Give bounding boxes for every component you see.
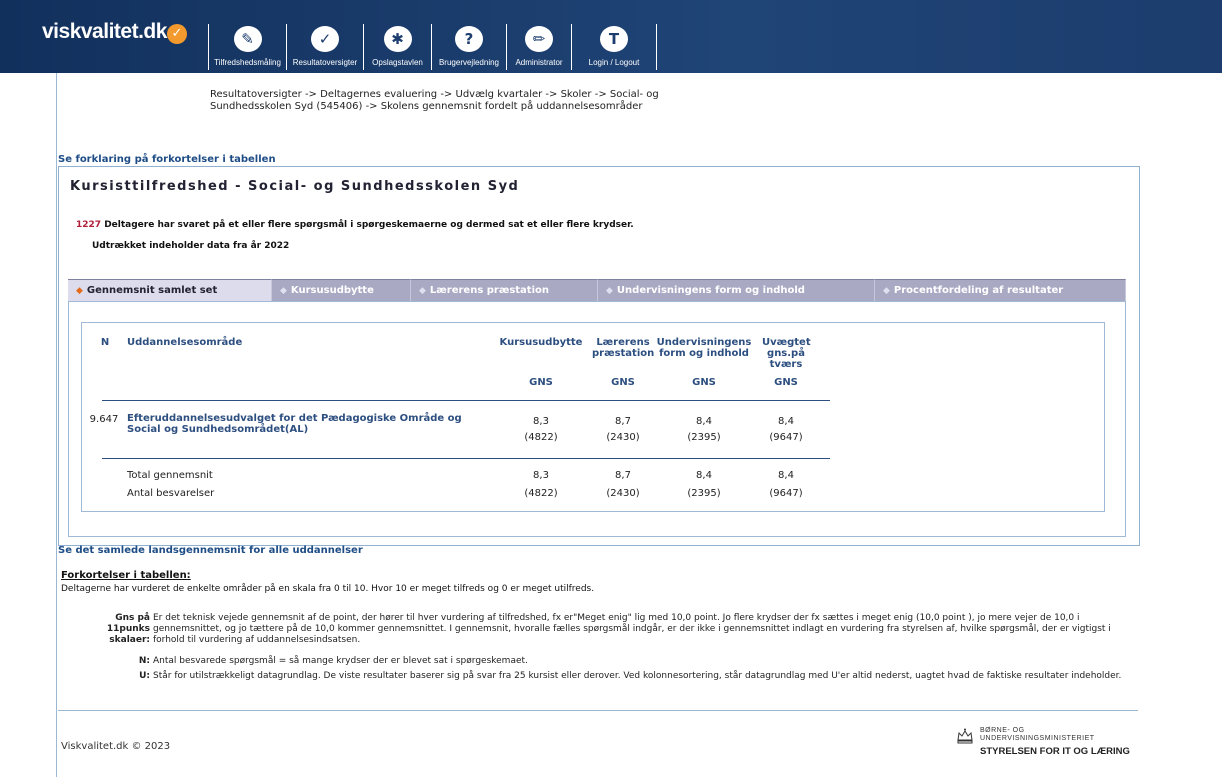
header-divider xyxy=(102,400,830,401)
total-count: (9647) xyxy=(769,488,803,499)
tab-label: Kursusudbytte xyxy=(290,285,374,296)
row-value: 8,7 xyxy=(615,416,631,427)
copyright: Viskvalitet.dk © 2023 xyxy=(61,741,171,752)
explain-abbreviations-link[interactable]: Se forklaring på forkortelser i tabellen xyxy=(58,154,276,165)
nav-opslagstavlen[interactable]: ✱ Opslagstavlen xyxy=(363,24,432,70)
row-count: (4822) xyxy=(524,432,558,443)
tab-panel: N Uddannelsesområde Kursusudbytte Lærere… xyxy=(68,301,1126,537)
ministry-line1: BØRNE- OG xyxy=(980,727,1025,734)
gns-label: GNS xyxy=(529,377,553,388)
row-count: (2430) xyxy=(606,432,640,443)
abbreviations-title: Forkortelser i tabellen: xyxy=(61,570,191,581)
col-header-undervisningens[interactable]: Undervisningens form og indhold xyxy=(656,337,752,359)
nav-login-logout[interactable]: T Login / Logout xyxy=(571,24,657,70)
tab-bar: ◆ Gennemsnit samlet set ◆ Kursusudbytte ◆ L… xyxy=(68,279,1126,302)
tab-diamond-icon: ◆ xyxy=(419,286,426,296)
question-icon: ? xyxy=(455,26,483,52)
nav-resultatoversigter[interactable]: ✓ Resultatoversigter xyxy=(286,24,364,70)
left-divider xyxy=(56,73,57,777)
total-count: (2430) xyxy=(606,488,640,499)
row-count: (2395) xyxy=(687,432,721,443)
col-header-uvaegtet[interactable]: Uvægtet gns.på tværs xyxy=(762,337,811,370)
col-header-laererens[interactable]: Lærerens præstation xyxy=(592,337,654,359)
total-value: 8,4 xyxy=(778,470,794,481)
top-header: viskvalitet.dk ✓ ✎ Tilfredshedsmåling ✓ … xyxy=(0,0,1222,73)
gns-definition: Er det teknisk vejede gennemsnit af de p… xyxy=(153,613,1111,645)
nav-label: Administrator xyxy=(515,58,563,67)
tab-label: Gennemsnit samlet set xyxy=(86,285,218,296)
gns-label: GNS xyxy=(774,377,798,388)
tab-kursusudbytte[interactable]: ◆ Kursusudbytte xyxy=(272,279,411,301)
tab-laererens-praestation[interactable]: ◆ Lærerens præstation xyxy=(411,279,598,301)
tab-procentfordeling[interactable]: ◆ Procentfordeling af resultater xyxy=(875,279,1126,301)
total-value: 8,7 xyxy=(615,470,631,481)
footer-divider xyxy=(58,710,1138,711)
crown-icon xyxy=(957,728,973,744)
total-divider xyxy=(102,458,830,459)
nav-label: Tilfredshedsmåling xyxy=(214,58,281,67)
nav-administrator[interactable]: ✏ Administrator xyxy=(506,24,572,70)
pencil-stripes-icon: ✎ xyxy=(233,26,262,52)
nav-label: Opslagstavlen xyxy=(372,58,423,67)
ministry-line2: UNDERVISNINGSMINISTERIET xyxy=(980,735,1095,742)
gns-label: GNS xyxy=(611,377,635,388)
tab-label: Procentfordeling af resultater xyxy=(893,285,1064,296)
tab-label: Undervisningens form og indhold xyxy=(616,285,805,296)
u-term: U: xyxy=(139,671,150,681)
results-box: Kursisttilfredshed - Social- og Sundheds… xyxy=(58,166,1140,546)
col-header-area[interactable]: Uddannelsesområde xyxy=(127,337,242,348)
nav-tilfredshedsmaaling[interactable]: ✎ Tilfredshedsmåling xyxy=(208,24,287,70)
respondents-text: Deltagere har svaret på et eller flere s… xyxy=(104,220,634,230)
col-header-n[interactable]: N xyxy=(90,337,120,348)
tab-diamond-icon: ◆ xyxy=(280,286,287,296)
total-count: (4822) xyxy=(524,488,558,499)
row-value: 8,4 xyxy=(778,416,794,427)
page-title: Kursisttilfredshed - Social- og Sundheds… xyxy=(70,179,520,194)
gns-label: GNS xyxy=(692,377,716,388)
tab-diamond-icon: ◆ xyxy=(76,286,83,296)
checkmark-icon: ✓ xyxy=(311,26,339,52)
tab-gennemsnit[interactable]: ◆ Gennemsnit samlet set xyxy=(68,279,272,301)
u-definition: Står for utilstrækkeligt datagrundlag. D… xyxy=(153,671,1122,681)
nav-label: Brugervejledning xyxy=(438,58,500,67)
breadcrumb: Resultatoversigter -> Deltagernes evalue… xyxy=(210,89,659,112)
tab-diamond-icon: ◆ xyxy=(883,286,890,296)
user-t-icon: T xyxy=(600,26,628,52)
tab-undervisningens-form[interactable]: ◆ Undervisningens form og indhold xyxy=(598,279,875,301)
nav-label: Login / Logout xyxy=(588,58,640,67)
pin-icon: ✱ xyxy=(383,26,412,52)
site-logo[interactable]: viskvalitet.dk xyxy=(42,20,167,44)
pencil-icon: ✏ xyxy=(525,26,553,52)
row-area-link[interactable]: Efteruddannelsesudvalget for det Pædagog… xyxy=(127,413,487,435)
row-value: 8,4 xyxy=(696,416,712,427)
ministry-logo: BØRNE- OG UNDERVISNINGSMINISTERIET STYRE… xyxy=(980,727,1130,757)
data-year: Udtrækket indeholder data fra år 2022 xyxy=(92,241,290,251)
total-value: 8,4 xyxy=(696,470,712,481)
respondents-info: 1227 Deltagere har svaret på et eller fl… xyxy=(76,220,634,230)
count-label: Antal besvarelser xyxy=(127,488,215,499)
tab-label: Lærerens præstation xyxy=(429,285,549,296)
total-count: (2395) xyxy=(687,488,721,499)
nav-brugervejledning[interactable]: ? Brugervejledning xyxy=(431,24,507,70)
row-n: 9.647 xyxy=(89,414,119,425)
logo-check-icon: ✓ xyxy=(167,24,187,44)
tab-diamond-icon: ◆ xyxy=(606,286,613,296)
results-table: N Uddannelsesområde Kursusudbytte Lærere… xyxy=(81,322,1105,512)
total-value: 8,3 xyxy=(533,470,549,481)
row-count: (9647) xyxy=(769,432,803,443)
total-label: Total gennemsnit xyxy=(127,470,213,481)
abbreviations-intro: Deltagerne har vurderet de enkelte områd… xyxy=(61,584,595,594)
national-average-link[interactable]: Se det samlede landsgennemsnit for alle … xyxy=(58,545,363,556)
n-term: N: xyxy=(138,656,150,666)
row-value: 8,3 xyxy=(533,416,549,427)
gns-term: Gns på 11punks skalaer: xyxy=(106,613,150,645)
n-definition: Antal besvarede spørgsmål = så mange kry… xyxy=(153,656,528,666)
respondents-count: 1227 xyxy=(76,220,102,230)
col-header-kursusudbytte[interactable]: Kursusudbytte xyxy=(495,337,587,348)
ministry-line3: STYRELSEN FOR IT OG LÆRING xyxy=(980,746,1130,757)
nav-label: Resultatoversigter xyxy=(292,58,358,67)
